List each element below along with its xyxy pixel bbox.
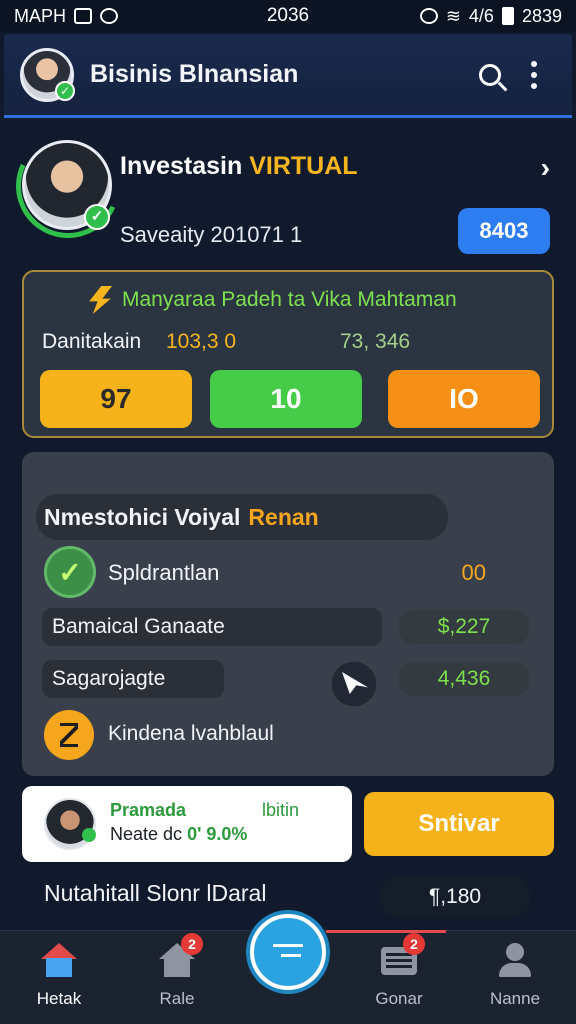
avatar[interactable]: ✓ (20, 47, 75, 102)
details-panel: Nmestohici Voiyal Renan ✓ Spldrantlan 00… (22, 452, 554, 776)
list-item-label: Sagarojagte (52, 667, 166, 690)
app-bar: ✓ Bisinis Blnansian (4, 34, 572, 118)
option-button-3[interactable]: IO (388, 370, 540, 428)
panel-header-main: Nmestohici Voiyal (44, 503, 241, 530)
tray-icon: 2 (379, 933, 425, 979)
panel-header-accent: Renan (248, 503, 319, 530)
tab-profile[interactable]: Nanne (460, 941, 570, 1021)
panel-header: Nmestohici Voiyal Renan (36, 494, 448, 540)
summary-value: ¶,180 (380, 876, 530, 918)
battery-icon (501, 7, 514, 25)
row-value: 00 (461, 560, 486, 585)
lightning-icon (89, 286, 112, 314)
chevron-right-icon[interactable]: › (541, 152, 550, 184)
status-left: MAPH (14, 6, 214, 27)
profile-subtitle: Saveaity 201071 1 (120, 222, 303, 247)
center-action-button[interactable] (250, 914, 326, 990)
hourglass-icon (44, 710, 94, 760)
promo-card: Manyaraa Padeh ta Vika Mahtaman Danitaka… (22, 270, 554, 438)
wifi-icon: ≋ (445, 5, 461, 26)
more-vert-icon (531, 60, 537, 89)
list-item[interactable]: Sagarojagte (42, 660, 224, 698)
user-card-title: Pramada (110, 800, 187, 820)
carrier-label: MAPH (14, 5, 67, 26)
profile-name-accent: VIRTUAL (249, 152, 358, 180)
summary-label: Nutahitall Slonr lDaral (44, 880, 267, 906)
page-title: Bisinis Blnansian (90, 60, 299, 88)
menu-lines-icon (273, 944, 303, 960)
app-notification-icon (100, 8, 119, 24)
row-label: Spldrantlan (108, 560, 220, 585)
balance-badge[interactable]: 8403 (458, 208, 550, 254)
profile-card[interactable]: ✓ Investasin VIRTUAL › Saveaity 201071 1… (1, 119, 562, 260)
promo-label: Danitakain (42, 330, 142, 353)
tab-label: Gonar (375, 989, 423, 1008)
user-card-value: 0' 9.0% (187, 824, 248, 844)
tab-label: Rale (159, 989, 195, 1008)
more-menu-button[interactable] (512, 53, 556, 97)
tab-label: Hetak (36, 989, 82, 1008)
option-button-2[interactable]: 10 (210, 370, 362, 428)
list-item-value: 4,436 (398, 662, 530, 696)
cursor-icon (328, 658, 380, 710)
profile-name: Investasin VIRTUAL (120, 152, 358, 181)
check-icon: ✓ (84, 204, 110, 230)
promo-title: Manyaraa Padeh ta Vika Mahtaman (122, 288, 457, 311)
alarm-icon (419, 8, 438, 24)
tab-home[interactable]: Hetak (4, 941, 114, 1021)
check-circle-icon: ✓ (44, 546, 96, 598)
status-bar: MAPH 2036 ≋ 4/6 2839 (0, 0, 576, 32)
tab-indicator (326, 930, 446, 933)
home-icon: 2 (157, 933, 203, 979)
avatar (44, 798, 96, 850)
list-item[interactable]: Bamaical Ganaate (42, 608, 382, 646)
user-card-text: Neate dc (110, 824, 183, 844)
promo-value-secondary: 73, 346 (340, 330, 411, 353)
verified-icon: ✓ (55, 80, 75, 101)
search-icon (479, 63, 501, 86)
status-time: 2036 (266, 5, 310, 26)
user-card-line: Neate dc 0' 9.0% (110, 824, 247, 845)
list-item-value: $,227 (398, 610, 530, 644)
user-card-tag: lbitin (262, 800, 300, 820)
profile-name-main: Investasin (120, 152, 243, 180)
user-card[interactable]: Pramada lbitin Neate dc 0' 9.0% (22, 786, 352, 862)
home-icon (39, 941, 79, 979)
tab-label: Nanne (489, 989, 541, 1008)
option-button-1[interactable]: 97 (40, 370, 192, 428)
battery-percent: 4/6 (468, 5, 494, 26)
notification-badge: 2 (403, 933, 425, 955)
list-item-label: Bamaical Ganaate (52, 615, 225, 638)
person-icon (495, 941, 535, 979)
row-label: Kindena lvahblaul (108, 722, 274, 745)
tab-rale[interactable]: 2 Rale (122, 933, 232, 1021)
promo-value-primary: 103,3 0 (166, 330, 237, 353)
activate-button[interactable]: Sntivar (364, 792, 554, 856)
notification-badge: 2 (181, 933, 203, 955)
notification-icon (74, 8, 93, 24)
status-right-text: 2839 (521, 5, 562, 26)
search-button[interactable] (468, 53, 512, 97)
tab-gonar[interactable]: 2 Gonar (344, 933, 454, 1021)
status-right: ≋ 4/6 2839 (362, 6, 562, 27)
